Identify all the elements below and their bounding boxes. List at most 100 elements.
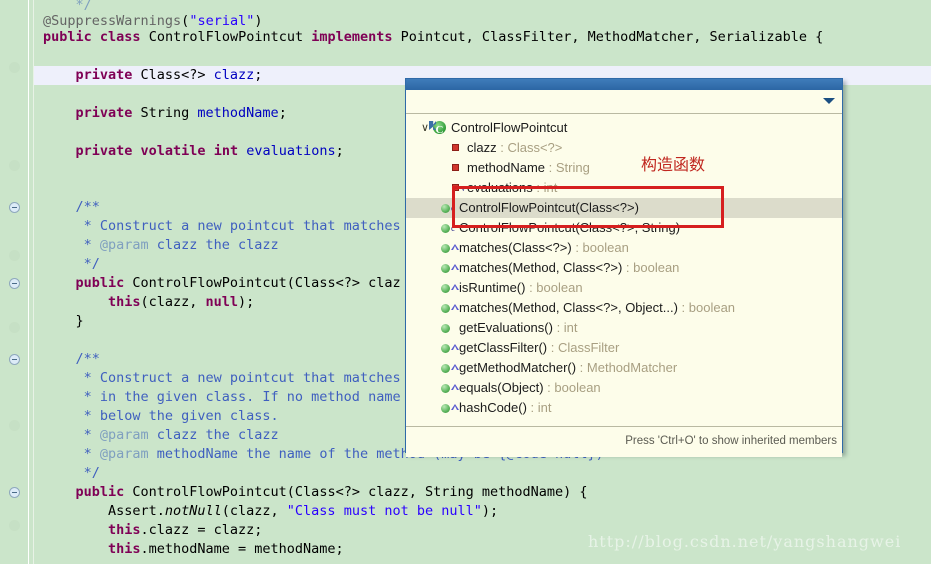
popup-title-bar[interactable] bbox=[406, 79, 842, 90]
code-token: this bbox=[107, 294, 141, 310]
outline-row[interactable]: matches(Method, Class<?>, Object...) : b… bbox=[406, 298, 842, 318]
code-token: public bbox=[75, 484, 125, 500]
code-token: evaluations bbox=[246, 143, 336, 159]
outline-row[interactable]: matches(Class<?>) : boolean bbox=[406, 238, 842, 258]
code-token: } bbox=[75, 313, 84, 329]
override-triangle-icon bbox=[451, 364, 459, 370]
code-token: clazz the clazz bbox=[148, 427, 279, 443]
footer-hint-text: Press 'Ctrl+O' to show inherited members bbox=[625, 435, 837, 447]
outline-row[interactable]: isRuntime() : boolean bbox=[406, 278, 842, 298]
outline-member-name: matches(Class<?>) bbox=[459, 240, 572, 255]
outline-row[interactable]: getEvaluations() : int bbox=[406, 318, 842, 338]
code-token: .methodName = methodName; bbox=[140, 541, 344, 557]
outline-member-name: matches(Method, Class<?>, Object...) bbox=[459, 300, 678, 315]
code-token: private bbox=[75, 143, 133, 159]
code-token: "serial" bbox=[189, 13, 255, 29]
outline-member-type: : ClassFilter bbox=[547, 340, 620, 355]
outline-member-type: : String bbox=[545, 160, 590, 175]
outline-member-name: hashCode() bbox=[459, 400, 527, 415]
code-line: * Construct a new pointcut that matches bbox=[75, 217, 401, 236]
code-token: * bbox=[75, 427, 100, 443]
gutter-marker bbox=[9, 322, 20, 333]
outline-member-type: : boolean bbox=[622, 260, 680, 275]
code-token: */ bbox=[75, 465, 100, 481]
code-token: class bbox=[99, 29, 141, 45]
quick-outline-popup[interactable]: ∨ControlFlowPointcutclazz : Class<?>meth… bbox=[405, 78, 843, 457]
fold-collapse-icon[interactable] bbox=[9, 354, 20, 365]
outline-member-type: : MethodMatcher bbox=[576, 360, 678, 375]
outline-member-name: matches(Method, Class<?>) bbox=[459, 260, 623, 275]
code-token: this bbox=[107, 541, 141, 557]
outline-row[interactable]: c ControlFlowPointcut(Class<?>) bbox=[406, 198, 842, 218]
outline-row[interactable]: hashCode() : int bbox=[406, 398, 842, 418]
code-token: * bbox=[75, 446, 100, 462]
class-icon bbox=[429, 120, 447, 140]
outline-member-name: evaluations bbox=[467, 180, 533, 195]
modifier-superscript: c bbox=[451, 203, 455, 213]
code-token: * bbox=[75, 237, 100, 253]
constructor-icon: c bbox=[440, 221, 455, 235]
code-token: String bbox=[132, 105, 198, 121]
outline-row[interactable]: matches(Method, Class<?>) : boolean bbox=[406, 258, 842, 278]
outline-member-type: : boolean bbox=[677, 300, 736, 315]
code-token: ) bbox=[254, 13, 263, 29]
code-token: ControlFlowPointcut(Class<?> bbox=[124, 275, 369, 291]
method-icon bbox=[440, 341, 459, 355]
code-token: ); bbox=[238, 294, 255, 310]
outline-member-type: : boolean bbox=[571, 240, 629, 255]
outline-row[interactable]: getMethodMatcher() : MethodMatcher bbox=[406, 358, 842, 378]
code-line: * @param clazz the clazz bbox=[75, 236, 279, 255]
override-triangle-icon bbox=[451, 404, 459, 410]
outline-member-list[interactable]: ∨ControlFlowPointcutclazz : Class<?>meth… bbox=[406, 114, 842, 426]
outline-member-name: getEvaluations() bbox=[459, 320, 553, 335]
outline-member-name: getClassFilter() bbox=[459, 340, 548, 355]
method-icon bbox=[440, 301, 459, 315]
outline-row[interactable]: c ControlFlowPointcut(Class<?>, String) bbox=[406, 218, 842, 238]
outline-member-name: ControlFlowPointcut(Class<?>, String) bbox=[459, 220, 681, 235]
outline-member-name: getMethodMatcher() bbox=[459, 360, 577, 375]
code-line: */ bbox=[75, 464, 100, 483]
code-token: /** bbox=[75, 199, 100, 215]
outline-row[interactable]: getClassFilter() : ClassFilter bbox=[406, 338, 842, 358]
code-token: ; bbox=[278, 105, 287, 121]
code-line: Assert.notNull(clazz, "Class must not be… bbox=[108, 502, 498, 521]
method-icon bbox=[440, 381, 459, 395]
outline-row[interactable]: clazz : Class<?> bbox=[406, 138, 842, 158]
code-token: null bbox=[205, 294, 239, 310]
code-line: private volatile int evaluations; bbox=[75, 142, 343, 161]
outline-row[interactable]: ∨ControlFlowPointcut bbox=[406, 118, 842, 140]
code-token: claz bbox=[368, 275, 401, 291]
code-token: */ bbox=[75, 256, 100, 272]
code-token: public bbox=[75, 275, 125, 291]
outline-member-type: : Class<?> bbox=[496, 140, 563, 155]
chevron-down-icon[interactable] bbox=[823, 98, 835, 104]
fold-collapse-icon[interactable] bbox=[9, 487, 20, 498]
private-field-icon bbox=[450, 141, 463, 155]
fold-collapse-icon[interactable] bbox=[9, 202, 20, 213]
override-triangle-icon bbox=[451, 284, 459, 290]
code-token: clazz the clazz bbox=[148, 237, 279, 253]
code-token: (clazz, bbox=[140, 294, 206, 310]
code-token: Pointcut, ClassFilter, MethodMatcher, Se… bbox=[392, 29, 824, 45]
code-line: public class ControlFlowPointcut impleme… bbox=[43, 28, 823, 47]
outline-member-name: ControlFlowPointcut(Class<?>) bbox=[459, 200, 639, 215]
outline-row[interactable]: equals(Object) : boolean bbox=[406, 378, 842, 398]
outline-row[interactable]: v evaluations : int bbox=[406, 178, 842, 198]
method-icon bbox=[440, 401, 459, 415]
code-token: @SuppressWarnings bbox=[43, 13, 182, 29]
outline-filter-input[interactable] bbox=[412, 93, 812, 109]
method-icon bbox=[440, 321, 455, 335]
method-icon bbox=[440, 241, 459, 255]
gutter-marker bbox=[9, 250, 20, 261]
modifier-superscript: c bbox=[451, 223, 455, 233]
code-token: @param bbox=[99, 427, 149, 443]
code-line: * in the given class. If no method name bbox=[75, 388, 401, 407]
gutter-marker bbox=[9, 160, 20, 171]
fold-collapse-icon[interactable] bbox=[9, 278, 20, 289]
popup-filter-bar[interactable] bbox=[406, 90, 842, 114]
method-icon bbox=[440, 261, 459, 275]
code-line: public ControlFlowPointcut(Class<?> claz… bbox=[75, 483, 587, 502]
code-token: clazz bbox=[213, 67, 255, 83]
outline-row[interactable]: methodName : String bbox=[406, 158, 842, 178]
